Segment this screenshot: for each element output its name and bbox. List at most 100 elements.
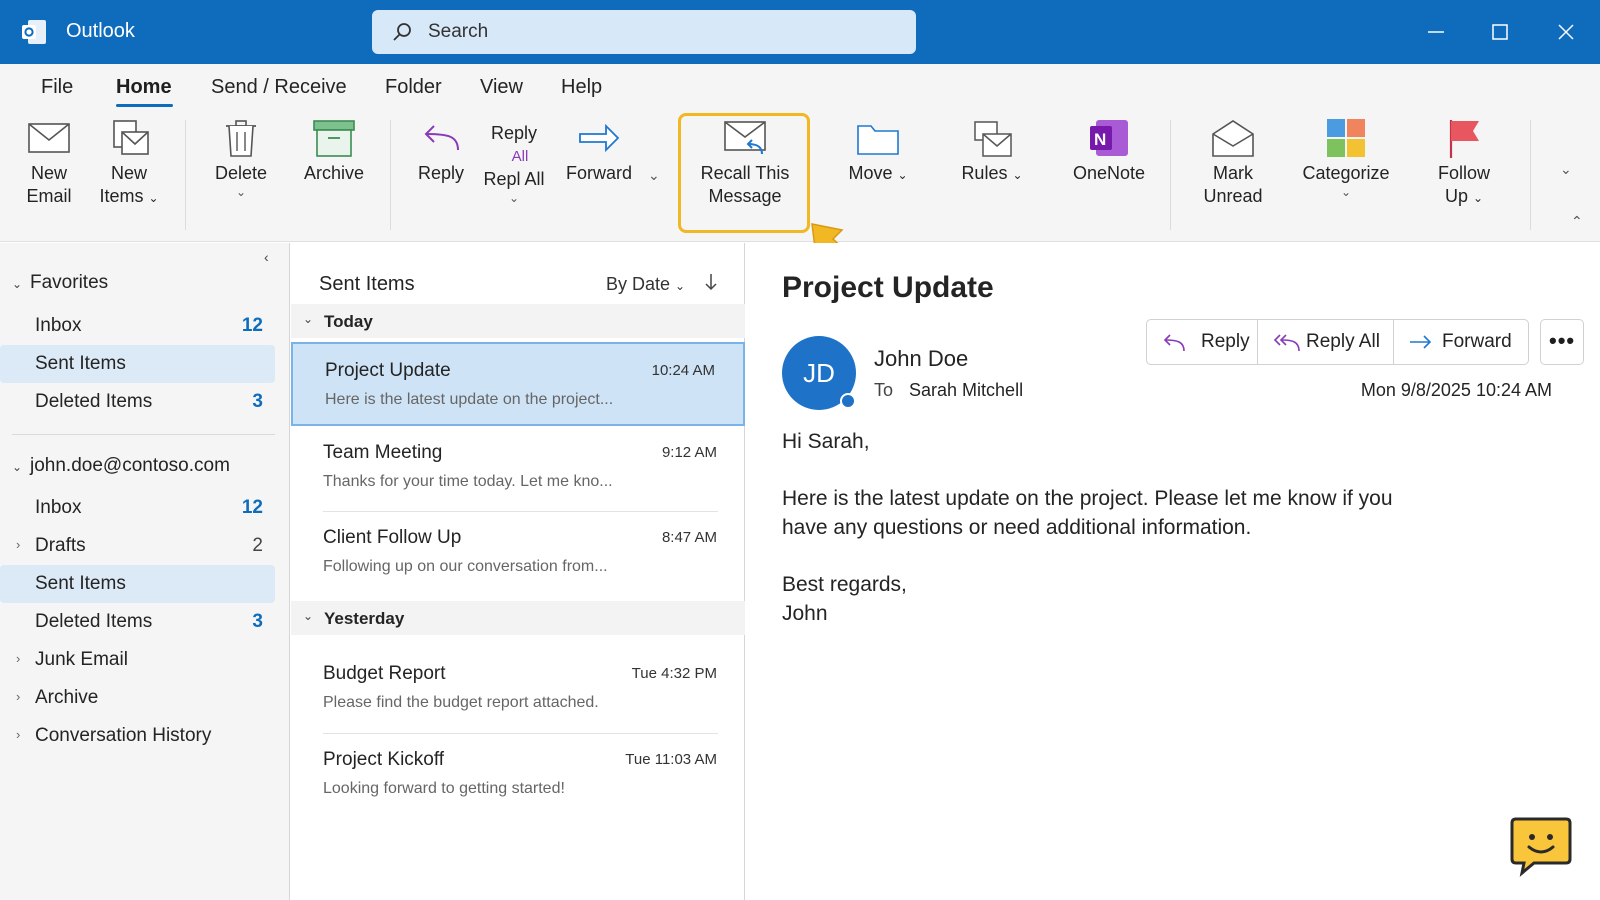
message-list: Sent Items By Date ⌄ ⌄ Today Project Upda…	[291, 243, 745, 900]
chevron-down-icon: ⌄	[1472, 191, 1484, 205]
favorite-sent-items[interactable]: Sent Items	[0, 345, 275, 383]
minimize-icon[interactable]	[1420, 16, 1452, 48]
collapse-pane-icon[interactable]: ‹	[264, 249, 269, 265]
folder-divider	[12, 434, 275, 435]
menu-bar: File Home Send / Receive Folder View Hel…	[0, 64, 1600, 110]
body-line-1: Here is the latest update on the project…	[782, 487, 1393, 510]
ribbon-separator	[390, 120, 391, 230]
chevron-right-icon: ›	[16, 651, 21, 666]
tab-send-receive[interactable]: Send / Receive	[211, 76, 347, 99]
more-actions-button[interactable]: •••	[1540, 319, 1584, 365]
ribbon-separator	[1170, 120, 1171, 230]
list-item[interactable]: Project Kickoff Tue 11:03 AM Looking for…	[291, 733, 745, 817]
reply-button[interactable]: Reply	[410, 118, 472, 185]
group-header-yesterday[interactable]: ⌄ Yesterday	[291, 601, 745, 635]
reply-all-action-button[interactable]: Reply All	[1258, 320, 1393, 364]
folder-sent-items[interactable]: Sent Items	[0, 565, 275, 603]
recall-highlight-box	[678, 113, 810, 233]
chevron-down-icon: ⌄	[12, 277, 23, 291]
list-item[interactable]: Client Follow Up 8:47 AM Following up on…	[291, 511, 745, 595]
folder-archive[interactable]: › Archive	[0, 679, 275, 717]
list-item[interactable]: Project Update 10:24 AM Here is the late…	[291, 342, 745, 426]
list-item[interactable]: Team Meeting 9:12 AM Thanks for your tim…	[291, 426, 745, 510]
ribbon-options-chevron-icon[interactable]: ⌄	[1560, 158, 1572, 181]
message-list-title: Sent Items	[319, 273, 415, 295]
folder-icon	[857, 125, 899, 155]
message-date: Mon 9/8/2025 10:24 AM	[1360, 380, 1552, 400]
folder-conversation-history[interactable]: › Conversation History	[0, 717, 275, 755]
open-envelope-icon	[1212, 120, 1254, 157]
rules-icon	[974, 121, 1012, 157]
favorite-deleted-items[interactable]: Deleted Items 3	[0, 383, 275, 421]
chevron-down-icon: ⌄	[1340, 185, 1352, 199]
ribbon-separator	[185, 120, 186, 230]
delete-button[interactable]: Delete ⌄	[206, 118, 276, 199]
tab-file[interactable]: File	[41, 76, 73, 99]
folder-pane: ‹ ⌄ Favorites Inbox 12 Sent Items Deleted …	[0, 243, 290, 900]
archive-icon	[313, 120, 355, 157]
mark-unread-button[interactable]: Mark Unread	[1198, 118, 1268, 208]
message-actions: Reply Reply All Forward	[1146, 319, 1529, 365]
follow-up-button[interactable]: Follow Up ⌄	[1424, 118, 1504, 210]
sort-direction-icon[interactable]	[701, 271, 721, 293]
chevron-down-icon: ⌄	[12, 460, 23, 474]
recipient-line: To Sarah Mitchell	[874, 380, 1024, 400]
rules-button[interactable]: Rules ⌄	[956, 118, 1028, 187]
chevron-down-icon: ⌄	[303, 609, 314, 623]
new-email-button[interactable]: New Email	[18, 118, 80, 208]
body-signature: John	[782, 602, 828, 625]
categorize-button[interactable]: Categorize ⌄	[1298, 118, 1394, 199]
favorites-header[interactable]: ⌄ Favorites	[12, 272, 108, 294]
list-item[interactable]: Budget Report Tue 4:32 PM Please find th…	[291, 647, 745, 731]
active-tab-indicator	[116, 104, 173, 107]
tab-folder[interactable]: Folder	[385, 76, 442, 99]
close-icon[interactable]	[1550, 16, 1582, 48]
body-greeting: Hi Sarah,	[782, 430, 870, 453]
tab-help[interactable]: Help	[561, 76, 602, 99]
chevron-down-icon: ⌄	[675, 279, 686, 293]
ribbon-separator	[1530, 120, 1531, 230]
new-items-button[interactable]: New Items ⌄	[96, 118, 162, 210]
ribbon: New Email New Items ⌄ Delete ⌄ Archive R…	[0, 110, 1600, 242]
message-subject: Project Update	[782, 271, 994, 304]
reply-action-button[interactable]: Reply	[1147, 320, 1257, 364]
chevron-down-icon: ⌄	[303, 312, 314, 326]
chat-assistant-icon[interactable]	[1510, 815, 1572, 877]
reply-all-button[interactable]: Reply All Repl All ⌄	[478, 122, 550, 205]
search-icon	[393, 23, 411, 41]
ellipsis-icon: •••	[1549, 328, 1576, 353]
chevron-down-icon: ⌄	[235, 185, 247, 199]
trash-icon	[226, 120, 256, 157]
onenote-button[interactable]: N OneNote	[1066, 118, 1152, 185]
group-header-today[interactable]: ⌄ Today	[291, 304, 745, 338]
forward-button[interactable]: Forward	[560, 118, 638, 185]
chevron-down-icon: ⌄	[897, 168, 908, 182]
forward-icon	[579, 123, 620, 153]
folder-junk-email[interactable]: › Junk Email	[0, 641, 275, 679]
maximize-icon[interactable]	[1484, 16, 1516, 48]
move-button[interactable]: Move ⌄	[840, 118, 916, 187]
tab-view[interactable]: View	[480, 76, 523, 99]
collapse-ribbon-icon[interactable]: ⌃	[1571, 210, 1583, 233]
chevron-down-icon: ⌄	[148, 191, 159, 205]
favorite-inbox[interactable]: Inbox 12	[0, 307, 275, 345]
svg-text:N: N	[1094, 130, 1106, 149]
account-header[interactable]: ⌄ john.doe@contoso.com	[12, 455, 230, 477]
chevron-right-icon: ›	[16, 537, 21, 552]
reply-icon	[1163, 334, 1185, 352]
search-input[interactable]	[428, 18, 888, 46]
sender-name[interactable]: John Doe	[874, 346, 968, 372]
archive-button[interactable]: Archive	[297, 118, 371, 185]
respond-more-chevron-icon[interactable]: ⌄	[648, 164, 660, 187]
folder-inbox[interactable]: Inbox 12	[0, 489, 275, 527]
chevron-right-icon: ›	[16, 727, 21, 742]
forward-action-button[interactable]: Forward	[1394, 320, 1529, 364]
chevron-down-icon: ⌄	[1012, 168, 1023, 182]
folder-deleted-items[interactable]: Deleted Items 3	[0, 603, 275, 641]
sort-dropdown[interactable]: By Date ⌄	[606, 274, 685, 295]
tab-home[interactable]: Home	[116, 76, 172, 99]
search-box[interactable]	[372, 10, 916, 54]
recipient-name[interactable]: Sarah Mitchell	[909, 380, 1023, 400]
body-line-2: have any questions or need additional in…	[782, 516, 1252, 539]
folder-drafts[interactable]: › Drafts 2	[0, 527, 275, 565]
